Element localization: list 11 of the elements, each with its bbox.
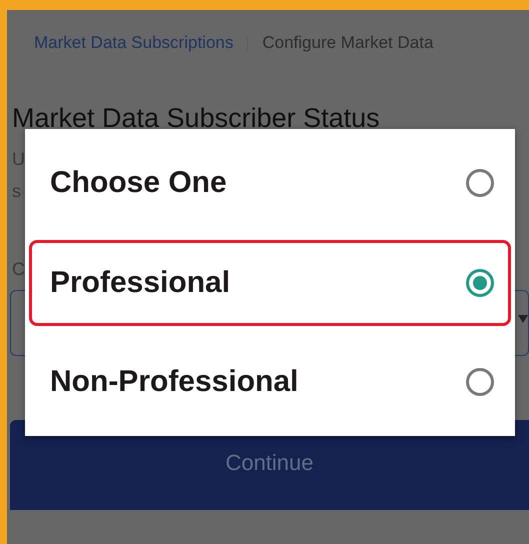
option-label: Non-Professional — [50, 365, 298, 399]
caret-icon — [518, 315, 528, 323]
page-heading: Market Data Subscriber Status — [12, 103, 381, 133]
radio-button[interactable] — [466, 368, 494, 396]
radio-option[interactable]: Choose One — [29, 140, 511, 226]
current-page-text: Configure Market Data — [262, 33, 434, 53]
option-label: Professional — [50, 266, 230, 300]
radio-button[interactable] — [466, 268, 494, 296]
radio-button[interactable] — [466, 169, 494, 197]
option-label: Choose One — [50, 166, 227, 200]
radio-option[interactable]: Professional — [29, 240, 511, 326]
